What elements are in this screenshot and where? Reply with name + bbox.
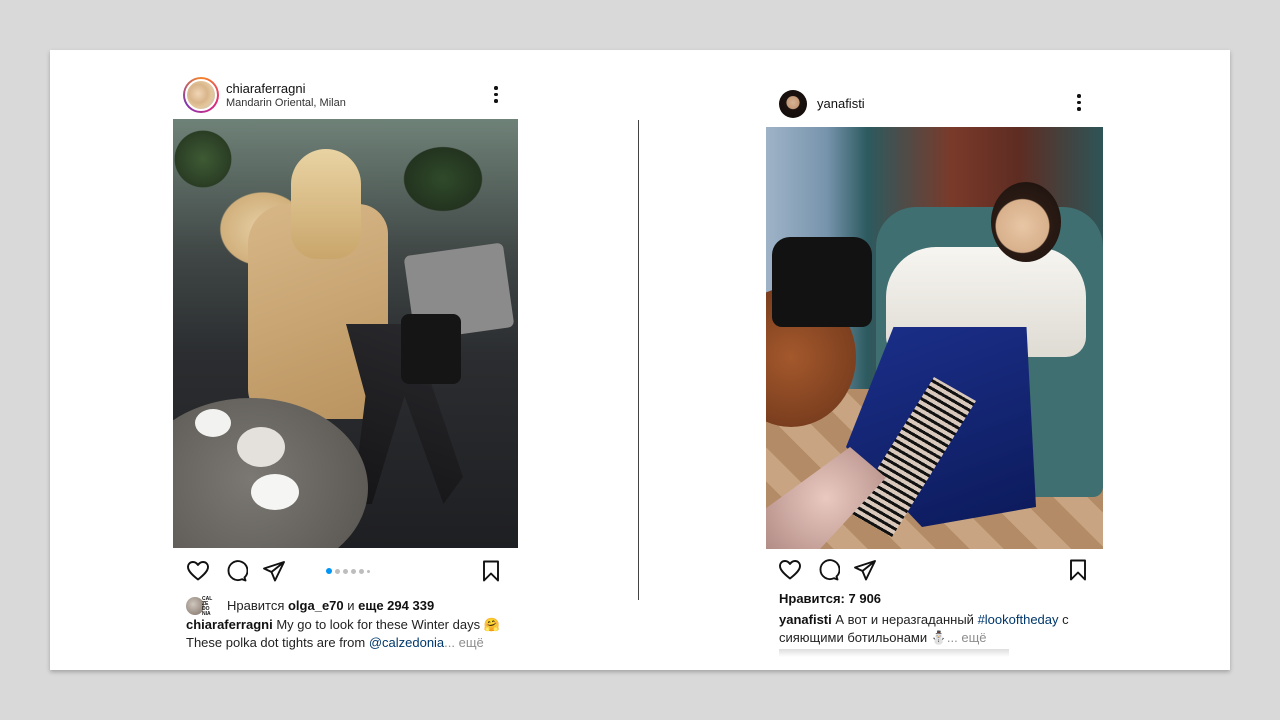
post-chiaraferragni: chiaraferragni Mandarin Oriental, Milan — [173, 75, 518, 652]
hashtag-link[interactable]: #lookoftheday — [978, 612, 1059, 627]
more-link[interactable]: ... ещё — [444, 635, 484, 650]
likes-row[interactable]: CAL ZE DO NIA Нравится olga_e70 и еще 29… — [173, 594, 518, 617]
more-vertical-icon[interactable] — [1077, 94, 1081, 112]
paper-plane-icon[interactable] — [853, 558, 877, 582]
heart-icon[interactable] — [186, 559, 210, 583]
location[interactable]: Mandarin Oriental, Milan — [226, 97, 346, 109]
caption-text-line2: These polka dot tights are from — [186, 635, 369, 650]
paper-plane-icon[interactable] — [262, 559, 286, 583]
avatar[interactable] — [183, 77, 219, 113]
likes-count: Нравится: 7 906 — [779, 591, 882, 606]
bookmark-icon[interactable] — [479, 559, 503, 583]
caption-text-line2: сияющими ботильонами ⛄ — [779, 630, 947, 645]
likes-text: Нравится olga_e70 и еще 294 339 — [227, 598, 435, 613]
post-header: chiaraferragni Mandarin Oriental, Milan — [173, 75, 518, 119]
caption-fade — [779, 649, 1009, 657]
caption-username[interactable]: yanafisti — [779, 612, 832, 627]
slide: chiaraferragni Mandarin Oriental, Milan — [50, 50, 1230, 670]
action-bar — [766, 549, 1103, 591]
post-photo[interactable] — [173, 119, 518, 548]
caption: chiaraferragni My go to look for these W… — [173, 616, 518, 652]
post-photo[interactable] — [766, 127, 1103, 549]
carousel-indicator — [326, 568, 370, 574]
caption-text-end: с — [1058, 612, 1069, 627]
action-bar — [173, 548, 518, 594]
comment-icon[interactable] — [224, 559, 248, 583]
caption: yanafisti А вот и неразгаданный #lookoft… — [766, 611, 1103, 647]
comment-icon[interactable] — [816, 558, 840, 582]
avatar[interactable] — [779, 90, 807, 118]
caption-text: My go to look for these Winter days 🤗 — [272, 617, 500, 632]
divider — [638, 120, 639, 600]
username[interactable]: yanafisti — [817, 96, 865, 111]
username[interactable]: chiaraferragni — [226, 81, 306, 96]
post-yanafisti: yanafisti Нравится: 7 906 yanafisti А во… — [766, 86, 1103, 657]
more-vertical-icon[interactable] — [494, 86, 498, 104]
more-link[interactable]: ... ещё — [947, 630, 987, 645]
likes-row[interactable]: Нравится: 7 906 — [766, 591, 1103, 611]
mention-link[interactable]: @calzedonia — [369, 635, 444, 650]
heart-icon[interactable] — [778, 558, 802, 582]
bookmark-icon[interactable] — [1066, 558, 1090, 582]
caption-text: А вот и неразгаданный — [831, 612, 978, 627]
post-header: yanafisti — [766, 86, 1103, 127]
liker-avatar-brand: CAL ZE DO NIA — [202, 596, 213, 617]
caption-username[interactable]: chiaraferragni — [186, 617, 273, 632]
